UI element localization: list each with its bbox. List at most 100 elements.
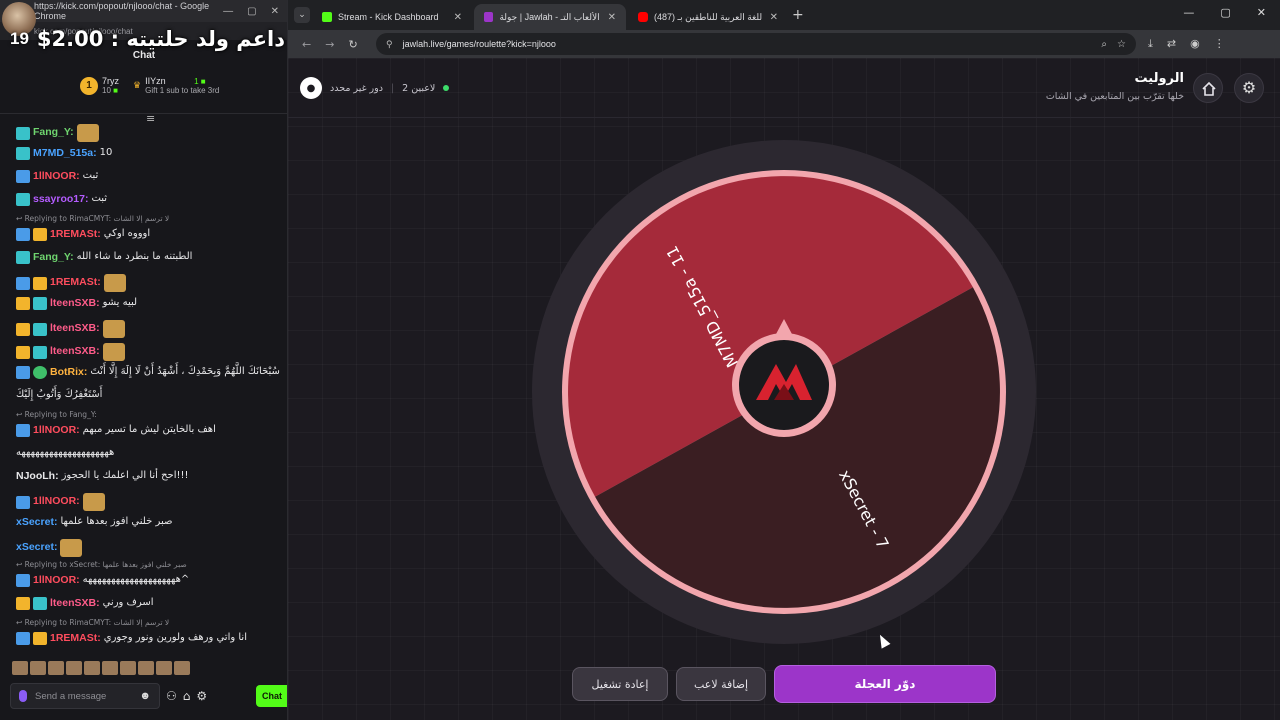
gift-cta[interactable]: Gift 1 sub to take 3rd [145,86,219,95]
badge-icon [33,632,47,646]
jawlah-favicon-icon [484,12,494,22]
close-icon[interactable]: ✕ [454,12,462,23]
message-text: 10 [99,147,113,159]
message-text: اسرف ورني [102,597,154,609]
address-bar[interactable]: ⚲ jawlah.live/games/roulette?kick=njlooo… [376,33,1136,55]
download-icon[interactable]: ⤓ [1148,37,1153,51]
chat-username[interactable]: ssayroo17: [33,193,88,206]
emote[interactable] [102,661,118,675]
minimize-icon[interactable]: — [223,6,233,17]
chat-message: NJooLh: احح أنا الي اعلمك يا الحجوز!!! [16,470,282,483]
chat-send-button[interactable]: Chat [256,685,287,707]
emote[interactable] [174,661,190,675]
tab-strip: ⌄ Stream - Kick Dashboard ✕ جولة | Jawla… [288,0,1280,30]
players-count: 2 لاعبين [402,82,436,94]
close-icon[interactable]: ✕ [608,12,616,23]
roulette-wheel[interactable]: M7MD_515a - 11 xSecret - 7 [524,132,1044,652]
omnibox-actions: ⌕ ☆ [1101,39,1136,50]
profile-icon[interactable]: ◉ [1190,37,1200,51]
chat-username[interactable]: BotRix: [50,366,87,379]
chat-username[interactable]: Fang_Y: [33,251,74,264]
chat-message: BotRix: سُبْحَانَكَ اللَّهُمَّ وَبِحَمْدِ… [16,366,282,380]
close-icon[interactable]: ✕ [1257,6,1266,19]
gear-icon: ⚙ [1241,78,1257,97]
chat-message: 1llNOOR: ههههههههههههههههههههه^ [16,574,282,588]
tab-kick-dashboard[interactable]: Stream - Kick Dashboard ✕ [312,4,472,30]
tab-youtube[interactable]: (487) اللغة العربية للناطقين بـ ✕ [628,4,788,30]
emote[interactable] [48,661,64,675]
settings-button[interactable]: ⚙ [1234,73,1264,103]
chat-username[interactable]: lteenSXB: [50,297,100,310]
chat-bubble-icon[interactable]: ● [300,77,322,99]
chat-username[interactable]: 1llNOOR: [33,424,80,437]
menu-icon[interactable]: ⋮ [1214,37,1225,51]
chat-username[interactable]: 1llNOOR: [33,495,80,508]
chat-username[interactable]: Fang_Y: [33,126,74,139]
badge-icon [16,574,30,588]
reply-context: ↩ Replying to xSecret: صبر خلني افوز بعد… [16,560,187,569]
emote[interactable] [138,661,154,675]
maximize-icon[interactable]: ▢ [1220,6,1230,19]
chat-window-titlebar: https://kick.com/popout/njlooo/chat - Go… [0,0,287,22]
spin-wheel-button[interactable]: دوّر العجلة [774,665,996,703]
bookmark-star-icon[interactable]: ☆ [1117,39,1126,50]
reload-icon[interactable]: ↻ [348,38,357,51]
minimize-icon[interactable]: — [1183,6,1194,19]
emote[interactable] [156,661,172,675]
overlay-count: 19 [10,29,29,48]
settings-icon[interactable]: ⚙ [196,689,207,703]
chat-message-input[interactable]: Send a message ☻ [10,683,160,709]
emote[interactable] [84,661,100,675]
site-info-icon[interactable]: ⚲ [386,39,393,50]
restart-button[interactable]: إعادة تشغيل [572,667,668,701]
maximize-icon[interactable]: ▢ [247,6,256,17]
chat-username[interactable]: M7MD_515a: [33,147,97,160]
close-icon[interactable]: ✕ [770,12,778,23]
emoji-icon[interactable]: ☻ [139,690,151,702]
chat-input-placeholder: Send a message [35,690,107,702]
leader-2: ♛ IIYzn 1 ■ Gift 1 sub to take 3rd [133,76,220,95]
chat-username[interactable]: 1llNOOR: [33,574,80,587]
zoom-icon[interactable]: ⌕ [1101,39,1107,50]
mic-icon[interactable] [19,690,27,702]
badge-icon [16,495,30,509]
chat-username[interactable]: NJooLh: [16,470,59,483]
game-subtitle: خلها تقرّب بين المتابعين في الشات [1045,91,1184,102]
back-icon[interactable]: ← [302,38,311,51]
emote[interactable] [120,661,136,675]
chat-username[interactable]: xSecret: [16,541,57,554]
chat-username[interactable]: lteenSXB: [50,597,100,610]
message-text: ثبت [82,170,99,182]
tab-search-icon[interactable]: ⌄ [294,7,310,23]
badge-icon [16,632,30,646]
emote[interactable] [30,661,46,675]
home-button[interactable] [1193,73,1223,103]
message-text: ههههههههههههههههههههه [16,447,115,458]
add-player-button[interactable]: إضافة لاعب [676,667,766,701]
chat-message: xSecret: [16,539,282,557]
window-controls: — ▢ ✕ [223,6,287,17]
new-tab-button[interactable]: + [792,7,804,23]
store-icon[interactable]: ⌂ [183,689,191,703]
emote[interactable] [12,661,28,675]
chat-message: M7MD_515a: 10 [16,147,282,161]
chat-username[interactable]: 1REMASt: [50,632,101,645]
chat-username[interactable]: lteenSXB: [50,345,100,358]
translate-icon[interactable]: ⇄ [1167,37,1176,51]
chat-username[interactable]: lteenSXB: [50,322,100,335]
message-text: اوووه اوكي [103,228,151,240]
emote [103,274,126,292]
chat-message: Fang_Y: الطبتنه ما بنطرد ما شاء الله [16,251,282,265]
chat-username[interactable]: 1REMASt: [50,276,101,289]
users-icon[interactable]: ⚇ [166,689,177,703]
forward-icon[interactable]: → [325,38,334,51]
chat-username[interactable]: xSecret: [16,516,57,529]
chat-username[interactable]: 1llNOOR: [33,170,80,183]
chat-username[interactable]: 1REMASt: [50,228,101,241]
message-text: أَسْتَغْفِرُكَ وَأَتُوبُ إِلَيْكَ [16,389,103,400]
tab-jawlah[interactable]: جولة | Jawlah - منصة الألعاب التـ ✕ [474,4,626,30]
badge-icon [33,228,47,242]
close-icon[interactable]: ✕ [271,6,279,17]
reply-context: ↩ Replying to Fang_Y: [16,410,97,419]
emote[interactable] [66,661,82,675]
